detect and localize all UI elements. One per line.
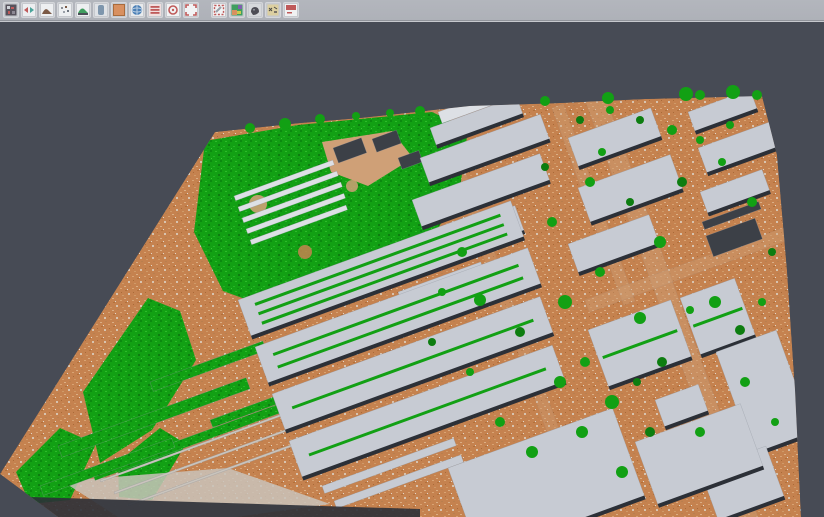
dem-terrain-icon-glyph — [76, 3, 90, 17]
point-cloud-scene — [0, 0, 824, 517]
orthomosaic-icon-glyph — [112, 3, 126, 17]
camera-icon[interactable] — [247, 2, 263, 18]
main-toolbar — [0, 0, 824, 21]
target-icon[interactable] — [165, 2, 181, 18]
side-panel-icon[interactable] — [93, 2, 109, 18]
classes-list-icon[interactable] — [147, 2, 163, 18]
tie-points-icon[interactable] — [57, 2, 73, 18]
move-tool-icon[interactable] — [21, 2, 37, 18]
markers-icon[interactable] — [265, 2, 281, 18]
dem-terrain-icon[interactable] — [75, 2, 91, 18]
flag-icon-glyph — [284, 3, 298, 17]
fit-region-icon-glyph — [184, 3, 198, 17]
markers-icon-glyph — [266, 3, 280, 17]
viewport-3d[interactable] — [0, 0, 824, 517]
crop-region-icon-glyph — [212, 3, 226, 17]
fit-region-icon[interactable] — [183, 2, 199, 18]
move-tool-icon-glyph — [22, 3, 36, 17]
globe-icon[interactable] — [129, 2, 145, 18]
crop-region-icon[interactable] — [211, 2, 227, 18]
thumbnail-icon[interactable] — [3, 2, 19, 18]
classification-map-icon-glyph — [230, 3, 244, 17]
camera-icon-glyph — [248, 3, 262, 17]
side-panel-icon-glyph — [94, 3, 108, 17]
orthomosaic-icon[interactable] — [111, 2, 127, 18]
flag-icon[interactable] — [283, 2, 299, 18]
mesh-model-icon-glyph — [40, 3, 54, 17]
classification-map-icon[interactable] — [229, 2, 245, 18]
globe-icon-glyph — [130, 3, 144, 17]
target-icon-glyph — [166, 3, 180, 17]
classes-list-icon-glyph — [148, 3, 162, 17]
tie-points-icon-glyph — [58, 3, 72, 17]
mesh-model-icon[interactable] — [39, 2, 55, 18]
thumbnail-icon-glyph — [4, 3, 18, 17]
